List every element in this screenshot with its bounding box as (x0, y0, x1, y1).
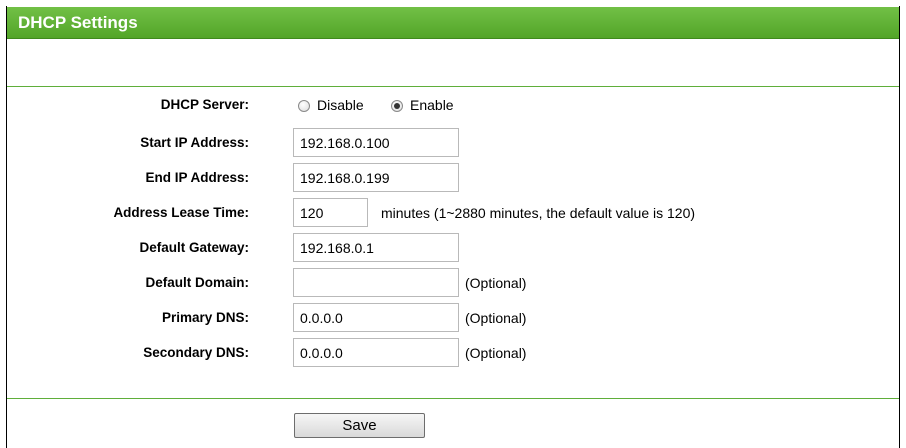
panel-header: DHCP Settings (7, 7, 899, 39)
end-ip-label: End IP Address: (145, 170, 249, 185)
default-domain-input[interactable] (293, 268, 459, 297)
start-ip-label: Start IP Address: (140, 135, 249, 150)
dhcp-disable-radio[interactable] (298, 100, 310, 112)
primary-dns-label: Primary DNS: (161, 310, 249, 325)
start-ip-input[interactable] (293, 128, 459, 157)
page-title: DHCP Settings (18, 13, 138, 32)
secondary-dns-label: Secondary DNS: (143, 345, 249, 360)
divider-bottom (7, 398, 899, 399)
settings-panel (6, 6, 900, 448)
primary-dns-input[interactable] (293, 303, 459, 332)
secondary-dns-optional: (Optional) (465, 345, 527, 361)
dhcp-enable-radio[interactable] (391, 100, 403, 112)
dhcp-disable-label[interactable]: Disable (317, 95, 364, 115)
default-domain-label: Default Domain: (145, 275, 249, 290)
save-button[interactable]: Save (294, 413, 425, 438)
dhcp-enable-label[interactable]: Enable (410, 95, 454, 115)
lease-time-label: Address Lease Time: (113, 205, 249, 220)
primary-dns-optional: (Optional) (465, 310, 527, 326)
secondary-dns-input[interactable] (293, 338, 459, 367)
default-domain-optional: (Optional) (465, 275, 527, 291)
default-gateway-label: Default Gateway: (139, 240, 249, 255)
radio-selected-dot (394, 103, 400, 109)
lease-time-input[interactable] (293, 198, 368, 227)
end-ip-input[interactable] (293, 163, 459, 192)
divider-top (7, 86, 899, 87)
lease-time-hint: minutes (1~2880 minutes, the default val… (381, 205, 696, 221)
default-gateway-input[interactable] (293, 233, 459, 262)
dhcp-server-label: DHCP Server: (160, 97, 249, 112)
